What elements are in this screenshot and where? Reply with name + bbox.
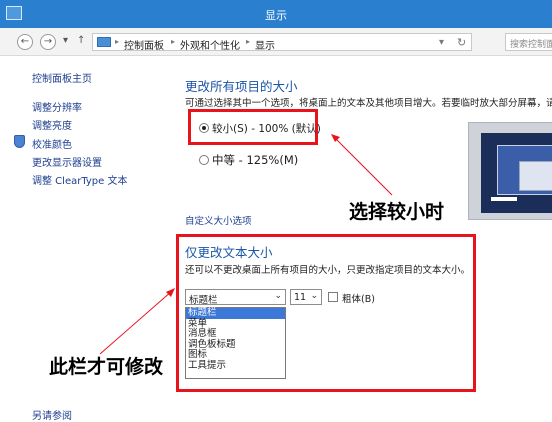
refresh-button[interactable]: ↻ [457, 36, 466, 49]
address-dropdown[interactable]: ▾ [439, 37, 444, 48]
option-medium-label[interactable]: 中等 - 125%(M) [212, 152, 298, 168]
sidebar-item-brightness[interactable]: 调整亮度 [32, 117, 72, 132]
sidebar-item-cleartype[interactable]: 调整 ClearType 文本 [32, 172, 127, 187]
breadcrumb-display[interactable]: 显示 [255, 37, 275, 52]
arrow-to-size-option [332, 135, 393, 196]
dropdown-option[interactable]: 消息框 [186, 328, 285, 340]
text-item-select-value: 标题栏 [189, 295, 218, 306]
monitor-icon [97, 37, 111, 47]
arrowhead-icon [331, 134, 340, 142]
custom-size-link[interactable]: 自定义大小选项 [185, 213, 252, 227]
breadcrumb-separator: ▸ [115, 37, 120, 46]
shield-icon [14, 135, 25, 148]
text-item-dropdown-list[interactable]: 标题栏 菜单 消息框 调色板标题 图标 工具提示 [185, 307, 286, 379]
sidebar-item-display-settings[interactable]: 更改显示器设置 [32, 154, 102, 169]
text-section-heading: 仅更改文本大小 [185, 245, 273, 260]
option-smaller-label[interactable]: 较小(S) - 100% (默认) [212, 121, 321, 136]
display-preview-image [468, 122, 552, 220]
chevron-down-icon: ⌄ [310, 291, 318, 301]
font-size-select-value: 11 [294, 292, 307, 303]
search-input[interactable]: 搜索控制面板 [505, 33, 552, 51]
radio-medium[interactable] [199, 155, 209, 165]
breadcrumb-separator: ▸ [171, 37, 176, 46]
arrow-to-text-section [99, 290, 173, 355]
recent-pages-dropdown[interactable]: ▾ [63, 35, 68, 46]
address-bar[interactable]: ▸ 控制面板 ▸ 外观和个性化 ▸ 显示 ▾ ↻ [92, 33, 472, 52]
see-also-heading: 另请参阅 [32, 411, 72, 422]
chevron-down-icon: ⌄ [274, 291, 282, 301]
navigation-toolbar: ← → ▾ ↑ ▸ 控制面板 ▸ 外观和个性化 ▸ 显示 ▾ ↻ 搜索控制面板 [0, 28, 552, 56]
sidebar-item-resolution[interactable]: 调整分辨率 [32, 99, 82, 114]
radio-smaller[interactable] [199, 123, 209, 133]
back-button[interactable]: ← [17, 34, 33, 50]
up-button[interactable]: ↑ [77, 35, 85, 46]
breadcrumb-separator: ▸ [246, 37, 251, 46]
sidebar-item-home[interactable]: 控制面板主页 [32, 70, 92, 85]
arrowhead-icon [166, 288, 175, 297]
forward-button[interactable]: → [40, 34, 56, 50]
bold-checkbox-label[interactable]: 粗体(B) [342, 291, 375, 305]
breadcrumb-appearance[interactable]: 外观和个性化 [180, 37, 240, 52]
radio-selected-dot [202, 126, 206, 130]
size-section-heading: 更改所有项目的大小 [185, 79, 298, 94]
text-section-description: 还可以不更改桌面上所有项目的大小，只更改指定项目的文本大小。 [185, 265, 471, 276]
bold-checkbox[interactable] [328, 292, 338, 302]
title-bar: 显示 [0, 0, 552, 28]
window-title: 显示 [265, 9, 287, 22]
breadcrumb-control-panel[interactable]: 控制面板 [124, 37, 164, 52]
sidebar-item-calibrate[interactable]: 校准颜色 [32, 136, 72, 151]
size-section-description: 可通过选择其中一个选项，将桌面上的文本及其他项目增大。若要临时放大部分屏幕，请 [185, 98, 552, 109]
dropdown-option[interactable]: 工具提示 [186, 360, 285, 372]
annotation-text-note: 此栏才可修改 [49, 356, 164, 378]
annotation-size-note: 选择较小时 [349, 201, 445, 223]
text-item-select[interactable]: 标题栏 ⌄ [185, 289, 286, 306]
font-size-select[interactable]: 11 ⌄ [290, 289, 322, 305]
dropdown-option[interactable]: 图标 [186, 349, 285, 361]
dropdown-option[interactable]: 标题栏 [186, 307, 285, 319]
